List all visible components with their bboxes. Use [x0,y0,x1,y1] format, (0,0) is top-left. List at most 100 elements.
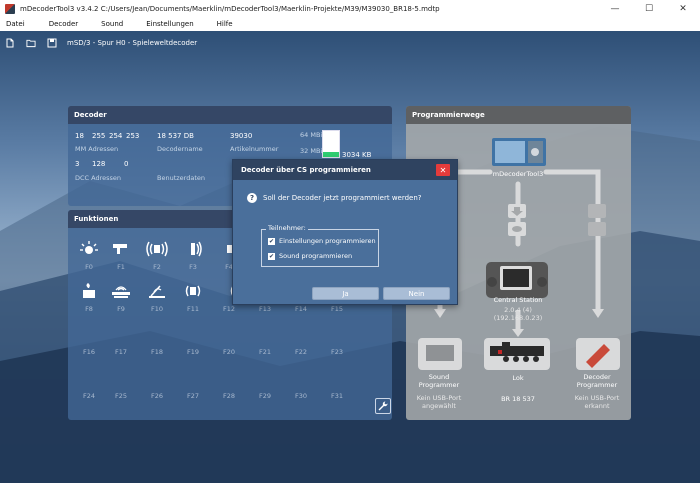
close-icon: ✕ [439,165,447,175]
function-label-f11[interactable]: F11 [175,305,211,313]
function-label-f2[interactable]: F2 [139,263,175,271]
function-label-f13[interactable]: F13 [247,305,283,313]
mm-address-1[interactable]: 18 [75,132,84,140]
sound-checkbox-row[interactable]: ✔ Sound programmieren [268,252,352,260]
sound-icon-f11[interactable] [175,282,211,304]
function-label-f19[interactable]: F19 [175,348,211,356]
participants-group [261,229,379,267]
function-label-f10[interactable]: F10 [139,305,175,313]
function-label-f22[interactable]: F22 [283,348,319,356]
settings-checkbox[interactable]: ✔ [268,237,275,245]
horn-icon[interactable] [103,240,139,262]
function-label-f20[interactable]: F20 [211,348,247,356]
function-label-f15[interactable]: F15 [319,305,355,313]
menu-hilfe[interactable]: Hilfe [210,20,240,28]
close-button[interactable]: ✕ [666,0,700,17]
menu-decoder[interactable]: Decoder [42,20,85,28]
open-folder-icon[interactable] [26,38,36,48]
new-file-icon[interactable] [5,38,15,48]
decoder-name-label: Decodername [157,145,203,153]
function-label-f3[interactable]: F3 [175,263,211,271]
dialog-close-button[interactable]: ✕ [436,164,450,176]
function-label-f14[interactable]: F14 [283,305,319,313]
participants-group-title: Teilnehmer: [266,224,308,232]
menu-sound[interactable]: Sound [94,20,130,28]
toolbar: mSD/3 - Spur H0 - Spielewelt­decoder [0,33,700,52]
memory-bar [322,130,340,158]
dcc-address-1[interactable]: 3 [75,160,79,168]
minimize-button[interactable]: — [598,0,632,17]
sound-programmer-label: Sound Programmer [418,373,460,389]
mm-address-3[interactable]: 254 [109,132,122,140]
dcc-address-3[interactable]: 0 [124,160,128,168]
cs-version-label: 2.0.4 (4) [504,306,532,314]
yes-button[interactable]: Ja [312,287,379,300]
programming-paths-title: Programmierwege [406,106,631,124]
function-label-f0[interactable]: F0 [71,263,107,271]
function-label-f28[interactable]: F28 [211,392,247,400]
decoder-panel-title: Decoder [68,106,392,124]
function-label-f26[interactable]: F26 [139,392,175,400]
window-controls: — ☐ ✕ [598,0,700,17]
wrench-button[interactable] [375,398,391,414]
title-bar: mDecoderTool3 v3.4.2 C:/Users/Jean/Docum… [0,0,700,17]
decoder-programmer-status: Kein USB-Port erkannt [574,394,620,410]
function-label-f18[interactable]: F18 [139,348,175,356]
light-icon[interactable] [71,240,107,262]
lok-label: Lok [512,374,524,382]
mm-address-4[interactable]: 253 [126,132,139,140]
function-label-f12[interactable]: F12 [211,305,247,313]
decoder-type-label: mSD/3 - Spur H0 - Spielewelt­decoder [67,38,198,47]
central-station-label: Central Station [493,296,543,304]
dcc-address-label: DCC Adressen [75,174,122,182]
smoke-icon[interactable] [71,282,107,304]
function-label-f17[interactable]: F17 [103,348,139,356]
mm-address-label: MM Adressen [75,145,119,153]
mdecodertool-label: mDecoderTool3 [492,170,544,178]
menu-datei[interactable]: Datei [0,20,32,28]
mm-address-2[interactable]: 255 [92,132,105,140]
decoder-programmer-label: Decoder Programmer [576,373,618,389]
dcc-address-2[interactable]: 128 [92,160,105,168]
sound-checkbox-label: Sound programmieren [279,252,353,260]
user-data-label: Benutzerdaten [157,174,205,182]
lok-name-label: BR 18 537 [501,395,535,403]
settings-checkbox-row[interactable]: ✔ Einstellungen programmieren [268,237,376,245]
wrench-icon [378,401,388,411]
function-label-f9[interactable]: F9 [103,305,139,313]
function-label-f1[interactable]: F1 [103,263,139,271]
function-label-f23[interactable]: F23 [319,348,355,356]
function-label-f30[interactable]: F30 [283,392,319,400]
dialog-question: Soll der Decoder jetzt programmiert werd… [263,194,422,202]
app-icon [5,3,15,14]
function-label-f25[interactable]: F25 [103,392,139,400]
sound-checkbox[interactable]: ✔ [268,252,275,260]
crane-icon[interactable] [139,282,175,304]
function-label-f24[interactable]: F24 [71,392,107,400]
window-title: mDecoderTool3 v3.4.2 C:/Users/Jean/Docum… [20,4,440,13]
save-icon[interactable] [47,38,57,48]
maximize-button[interactable]: ☐ [632,0,666,17]
dialog-title: Decoder über CS programmieren [233,160,457,180]
article-number-value[interactable]: 39030 [230,132,252,140]
function-label-f31[interactable]: F31 [319,392,355,400]
memory-bar-fill [323,152,339,157]
sound-icon[interactable] [139,240,175,262]
settings-checkbox-label: Einstellungen programmieren [279,237,376,245]
menu-einstellungen[interactable]: Einstellungen [139,20,200,28]
function-label-f8[interactable]: F8 [71,305,107,313]
function-label-f16[interactable]: F16 [71,348,107,356]
decoder-name-value[interactable]: 18 537 DB [157,132,194,140]
sound-programmer-status: Kein USB-Port angewählt [416,394,462,410]
question-icon: ? [247,193,257,203]
menu-bar: Datei Decoder Sound Einstellungen Hilfe [0,17,700,31]
program-dialog: Decoder über CS programmieren ✕ ? Soll d… [232,159,458,305]
cs-ip-label: (192.168.0.23) [493,314,543,322]
article-number-label: Artikelnummer [230,145,279,153]
coupler-icon[interactable] [103,282,139,304]
function-label-f29[interactable]: F29 [247,392,283,400]
no-button[interactable]: Nein [383,287,450,300]
bell-icon[interactable] [175,240,211,262]
function-label-f27[interactable]: F27 [175,392,211,400]
function-label-f21[interactable]: F21 [247,348,283,356]
